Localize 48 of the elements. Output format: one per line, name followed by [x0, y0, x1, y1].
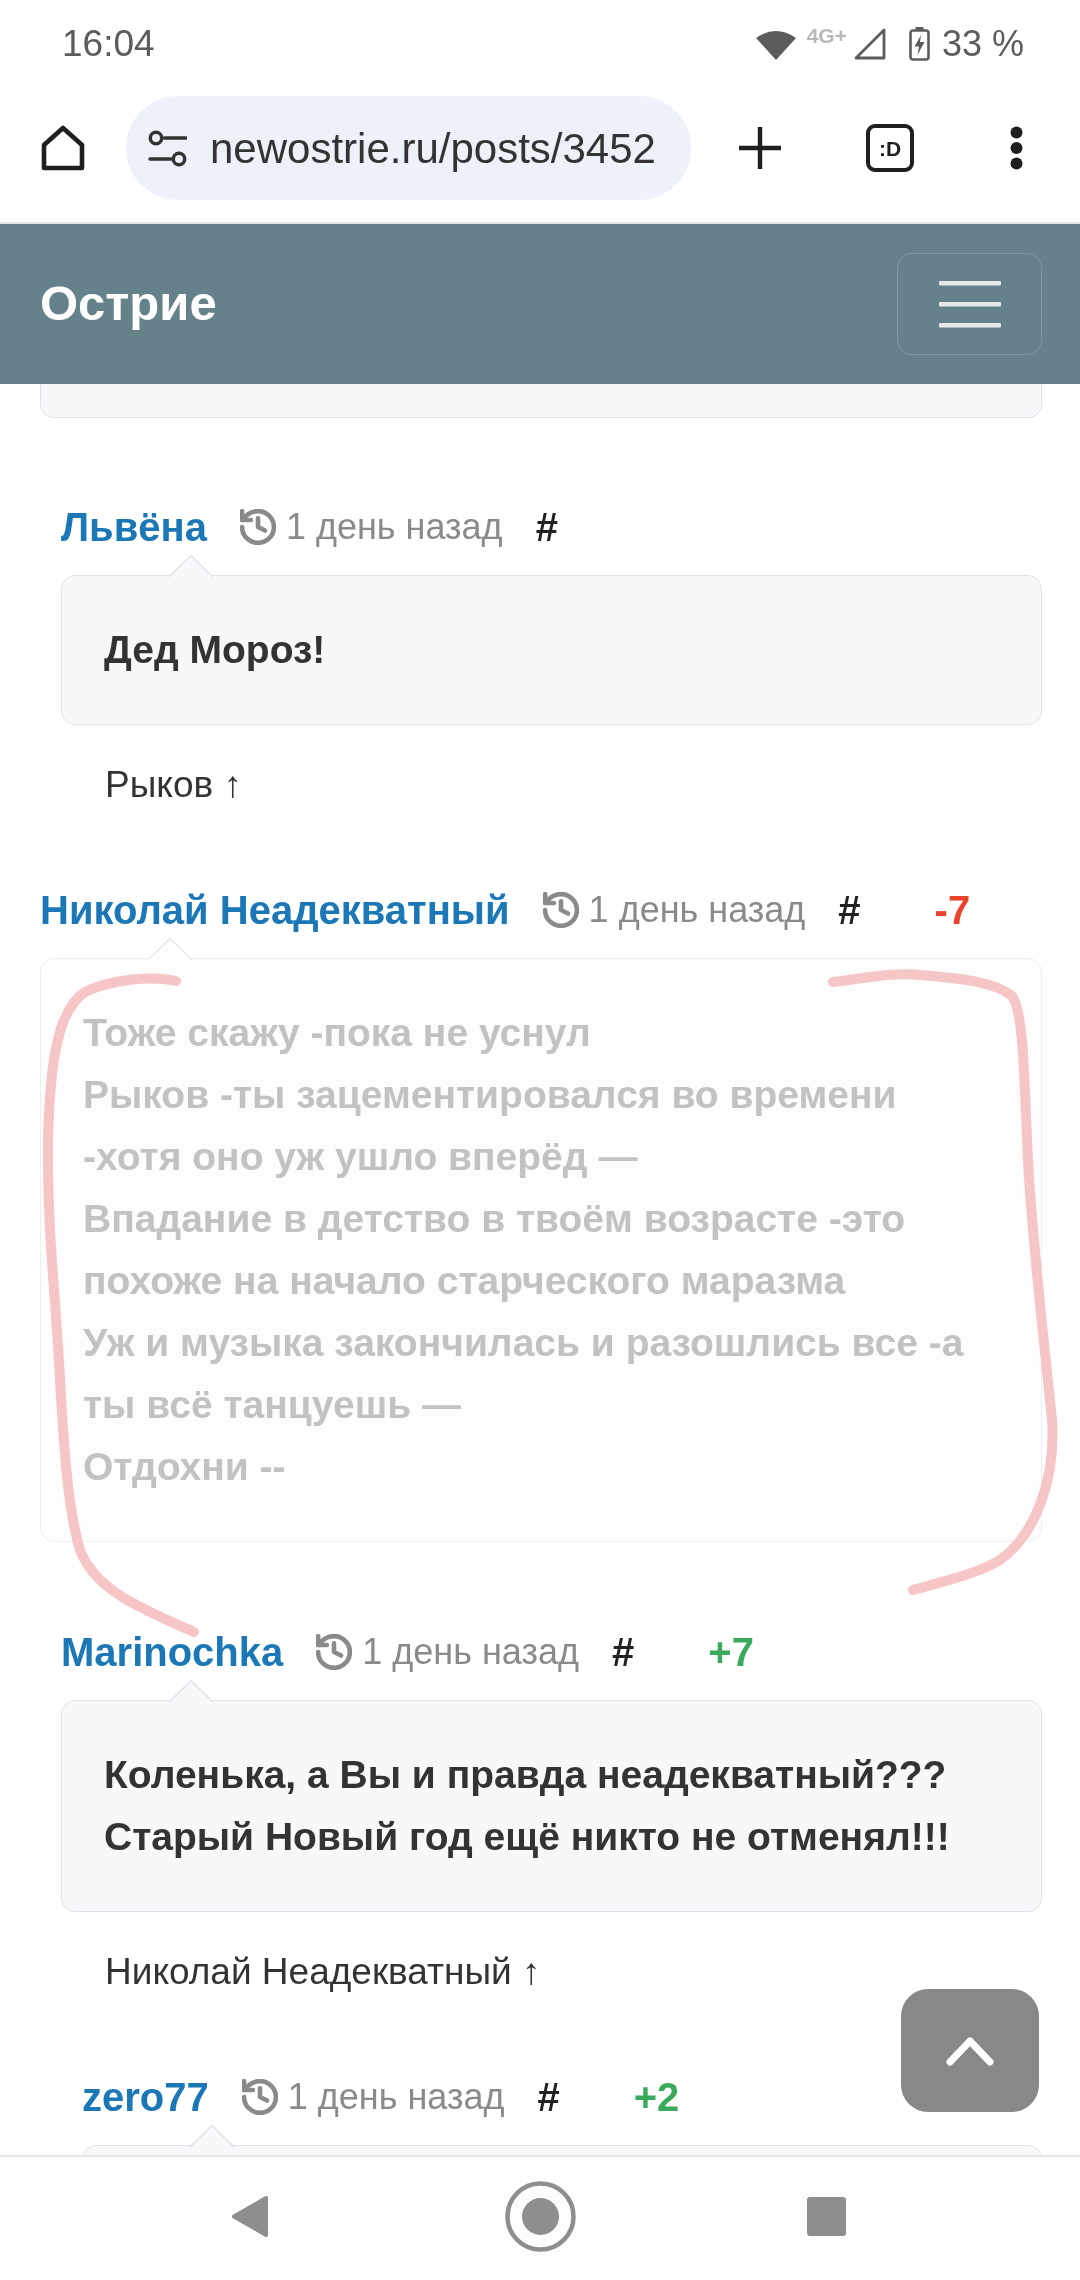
anchor-link[interactable]: # [537, 2071, 560, 2123]
sliders-icon[interactable] [148, 129, 187, 167]
address-bar[interactable]: newostrie.ru/posts/3452 [126, 96, 691, 200]
author-link[interactable]: Львёна [61, 501, 207, 553]
comment-text: Тоже скажу -пока не уснул [83, 1010, 591, 1056]
more-menu-icon[interactable] [1010, 126, 1023, 170]
rating-score: +7 [708, 1629, 754, 1676]
history-icon [542, 892, 579, 928]
scroll-top-button[interactable] [901, 1989, 1039, 2112]
author-link[interactable]: zero77 [82, 2071, 209, 2123]
signal-icon [853, 28, 886, 60]
timestamp: 1 день назад [287, 2075, 505, 2119]
reply-to-link[interactable]: Рыков ↑ [105, 764, 242, 806]
network-type: 4G+ [806, 23, 847, 50]
history-icon [241, 2079, 278, 2115]
author-link[interactable]: Marinochka [61, 1626, 284, 1678]
timestamp: 1 день назад [285, 505, 503, 549]
anchor-link[interactable]: # [612, 1626, 635, 1678]
timestamp: 1 день назад [588, 888, 806, 932]
comment-text: Коленька, а Вы и правда неадекватный??? Старый Новый год ещё никто не отменял!!! [104, 1752, 950, 1860]
comment-text: Уж и музыка закончилась и разошлись все -а ты всё танцуешь — [83, 1320, 964, 1428]
menu-icon [938, 280, 1001, 328]
back-icon[interactable] [231, 2195, 269, 2238]
rating-score: -7 [934, 887, 971, 934]
rating-score: +2 [633, 2074, 680, 2121]
reply-to-link[interactable]: Николай Неадекватный ↑ [105, 1951, 541, 1993]
tab-switcher-button[interactable]: :D [866, 124, 914, 172]
home-icon[interactable] [40, 124, 86, 172]
anchor-link[interactable]: # [535, 501, 558, 553]
site-title[interactable]: Острие [40, 267, 217, 341]
wifi-icon [755, 28, 796, 60]
comment-text: Впадание в детство в твоём возрасте -это похоже на начало старческого маразма [83, 1196, 906, 1304]
url-text: newostrie.ru/posts/3452 [210, 123, 656, 174]
plus-icon[interactable] [738, 126, 782, 170]
clock-time: 16:04 [62, 22, 155, 67]
chevron-up-icon [946, 2035, 994, 2066]
menu-button[interactable] [897, 253, 1042, 355]
comment-text: Отдохни -- [83, 1444, 286, 1490]
comment-text: Рыков -ты зацементировался во времени -хотя оно уж ушло вперёд — [83, 1072, 897, 1180]
history-icon [239, 509, 276, 545]
battery-level: 33 % [941, 22, 1024, 66]
anchor-link[interactable]: # [838, 884, 861, 936]
history-icon [316, 1634, 353, 1670]
timestamp: 1 день назад [362, 1630, 580, 1674]
battery-charging-icon [908, 27, 930, 61]
comment-text: Дед Мороз! [104, 627, 326, 673]
home-button-icon[interactable] [505, 2181, 576, 2252]
author-link[interactable]: Николай Неадекватный [40, 884, 510, 936]
